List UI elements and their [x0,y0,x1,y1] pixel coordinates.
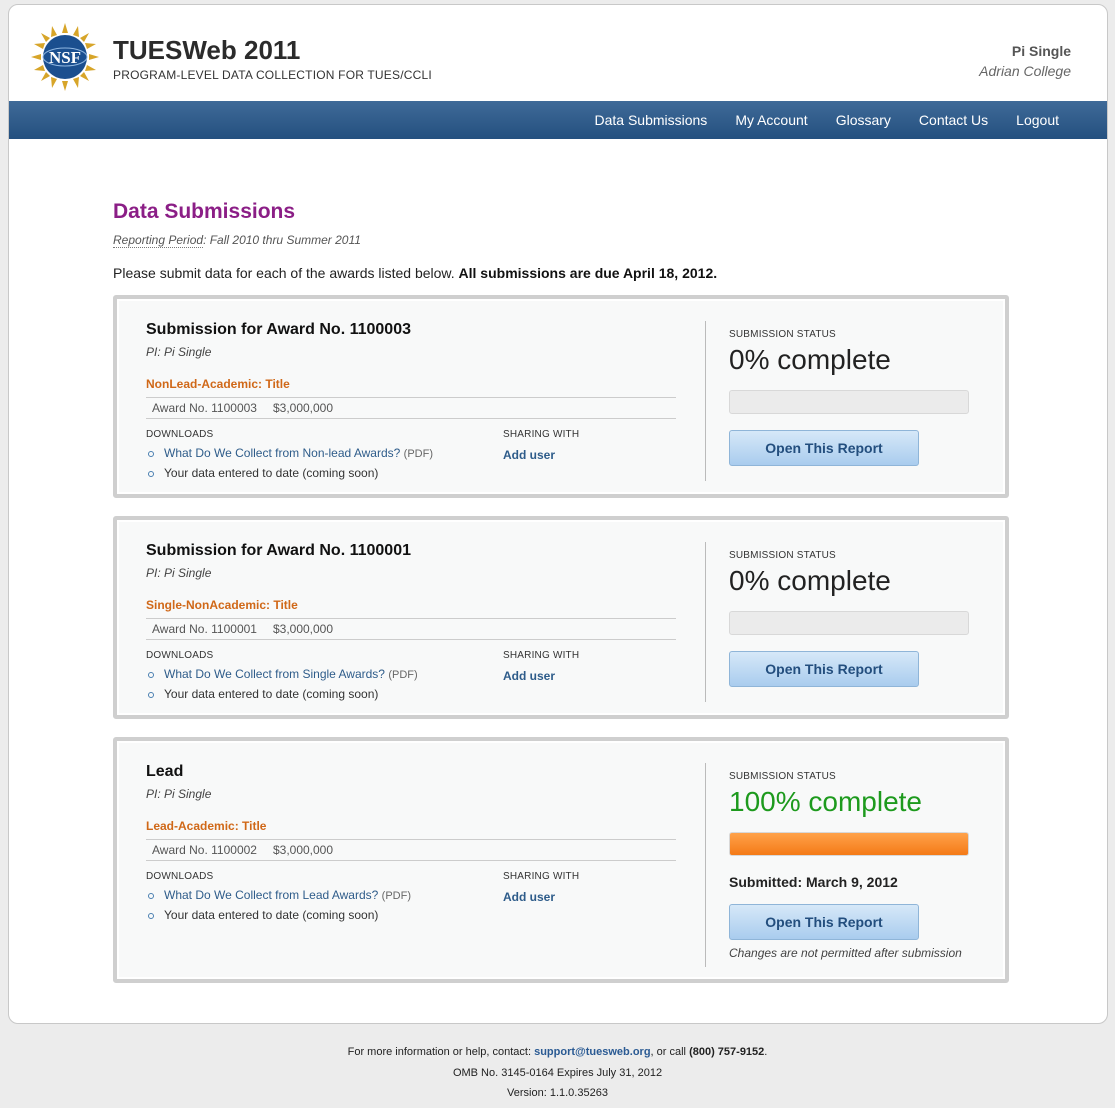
download-item: What Do We Collect from Non-lead Awards?… [146,446,676,460]
download-item: Your data entered to date (coming soon) [146,466,676,480]
app-subtitle: PROGRAM-LEVEL DATA COLLECTION FOR TUES/C… [113,68,432,82]
progress-bar [729,390,969,414]
submission-status-label: SUBMISSION STATUS [729,771,836,782]
add-user-link[interactable]: Add user [503,448,579,462]
nav-glossary[interactable]: Glossary [822,101,905,139]
submission-pi: PI: Pi Single [146,566,212,580]
footer-help: For more information or help, contact: s… [0,1046,1115,1058]
download-link[interactable]: What Do We Collect from Lead Awards? [164,888,378,902]
download-item: Your data entered to date (coming soon) [146,687,676,701]
footer-help-suffix: . [764,1046,768,1058]
data-to-date: Your data entered to date (coming soon) [164,687,379,701]
nav-logout[interactable]: Logout [1002,101,1073,139]
data-to-date: Your data entered to date (coming soon) [164,466,379,480]
reporting-period: Reporting Period: Fall 2010 thru Summer … [113,233,361,248]
submission-status-label: SUBMISSION STATUS [729,550,836,561]
reporting-period-label: Reporting Period [113,233,204,248]
card-divider [705,542,706,702]
pdf-tag: (PDF) [388,669,418,681]
download-item: What Do We Collect from Lead Awards? (PD… [146,888,676,902]
add-user-link[interactable]: Add user [503,669,579,683]
award-number: Award No. 1100002 [152,843,257,857]
footer-version: Version: 1.1.0.35263 [507,1087,608,1099]
footer-help-prefix: For more information or help, contact: [347,1046,535,1058]
nav-my-account[interactable]: My Account [721,101,821,139]
submission-card: Submission for Award No. 1100001 PI: Pi … [113,516,1009,719]
user-name: Pi Single [1011,43,1071,59]
pdf-tag: (PDF) [403,448,433,460]
page-title: Data Submissions [113,200,296,223]
status-percent: 0% complete [729,565,891,596]
download-item: Your data entered to date (coming soon) [146,908,676,922]
add-user-link[interactable]: Add user [503,890,579,904]
nav-data-submissions[interactable]: Data Submissions [580,101,721,139]
card-divider [705,321,706,481]
submitted-date: Submitted: March 9, 2012 [729,874,898,890]
user-organization: Adrian College [979,63,1071,79]
support-phone: (800) 757-9152 [689,1046,765,1058]
progress-fill [730,833,968,855]
progress-bar [729,611,969,635]
downloads-label: DOWNLOADS [146,429,214,440]
status-percent: 100% complete [729,786,923,817]
submission-card: Lead PI: Pi Single Lead-Academic: Title … [113,737,1009,983]
footer-help-mid: , or call [650,1046,690,1058]
downloads-label: DOWNLOADS [146,650,214,661]
submission-title: Lead [146,763,184,780]
sharing-with-label: SHARING WITH [503,871,580,882]
award-number: Award No. 1100001 [152,622,257,636]
submission-title: Submission for Award No. 1100001 [146,542,411,559]
award-amount: $3,000,000 [272,622,334,636]
intro-plain: Please submit data for each of the award… [113,265,455,281]
status-percent: 0% complete [729,344,891,375]
app-title: TUESWeb 2011 [113,35,301,65]
main-navbar: Data Submissions My Account Glossary Con… [9,101,1107,139]
nav-contact-us[interactable]: Contact Us [905,101,1002,139]
award-amount: $3,000,000 [272,401,334,415]
reporting-period-value: : Fall 2010 thru Summer 2011 [203,233,361,247]
download-link[interactable]: What Do We Collect from Non-lead Awards? [164,446,400,460]
submission-card: Submission for Award No. 1100003 PI: Pi … [113,295,1009,498]
page-frame: NSF TUESWeb 2011 PROGRAM-LEVEL DATA COLL… [8,4,1108,1024]
open-report-button[interactable]: Open This Report [729,904,919,940]
award-type: Lead-Academic: Title [146,819,267,833]
data-to-date: Your data entered to date (coming soon) [164,908,379,922]
footer-omb: OMB No. 3145-0164 Expires July 31, 2012 [452,1067,663,1079]
progress-bar [729,832,969,856]
sharing-with-label: SHARING WITH [503,429,580,440]
support-email-link[interactable]: support@tuesweb.org [534,1046,650,1058]
download-item: What Do We Collect from Single Awards? (… [146,667,676,681]
nsf-logo-text: NSF [49,48,81,67]
downloads-label: DOWNLOADS [146,871,214,882]
open-report-button[interactable]: Open This Report [729,430,919,466]
award-number: Award No. 1100003 [152,401,257,415]
award-type: Single-NonAcademic: Title [146,598,298,612]
open-report-button[interactable]: Open This Report [729,651,919,687]
intro-text: Please submit data for each of the award… [113,265,717,281]
pdf-tag: (PDF) [381,890,411,902]
submission-status-label: SUBMISSION STATUS [729,329,836,340]
award-details: Award No. 1100001 $3,000,000 [146,618,676,640]
submission-note: Changes are not permitted after submissi… [729,946,962,960]
award-type: NonLead-Academic: Title [146,377,290,391]
card-divider [705,763,706,967]
award-details: Award No. 1100002 $3,000,000 [146,839,676,861]
due-date-notice: All submissions are due April 18, 2012. [458,265,718,281]
submission-title: Submission for Award No. 1100003 [146,321,411,338]
submission-pi: PI: Pi Single [146,787,212,801]
award-details: Award No. 1100003 $3,000,000 [146,397,676,419]
award-amount: $3,000,000 [272,843,334,857]
sharing-with-label: SHARING WITH [503,650,580,661]
submission-pi: PI: Pi Single [146,345,212,359]
nsf-logo: NSF [31,23,99,91]
download-link[interactable]: What Do We Collect from Single Awards? [164,667,385,681]
